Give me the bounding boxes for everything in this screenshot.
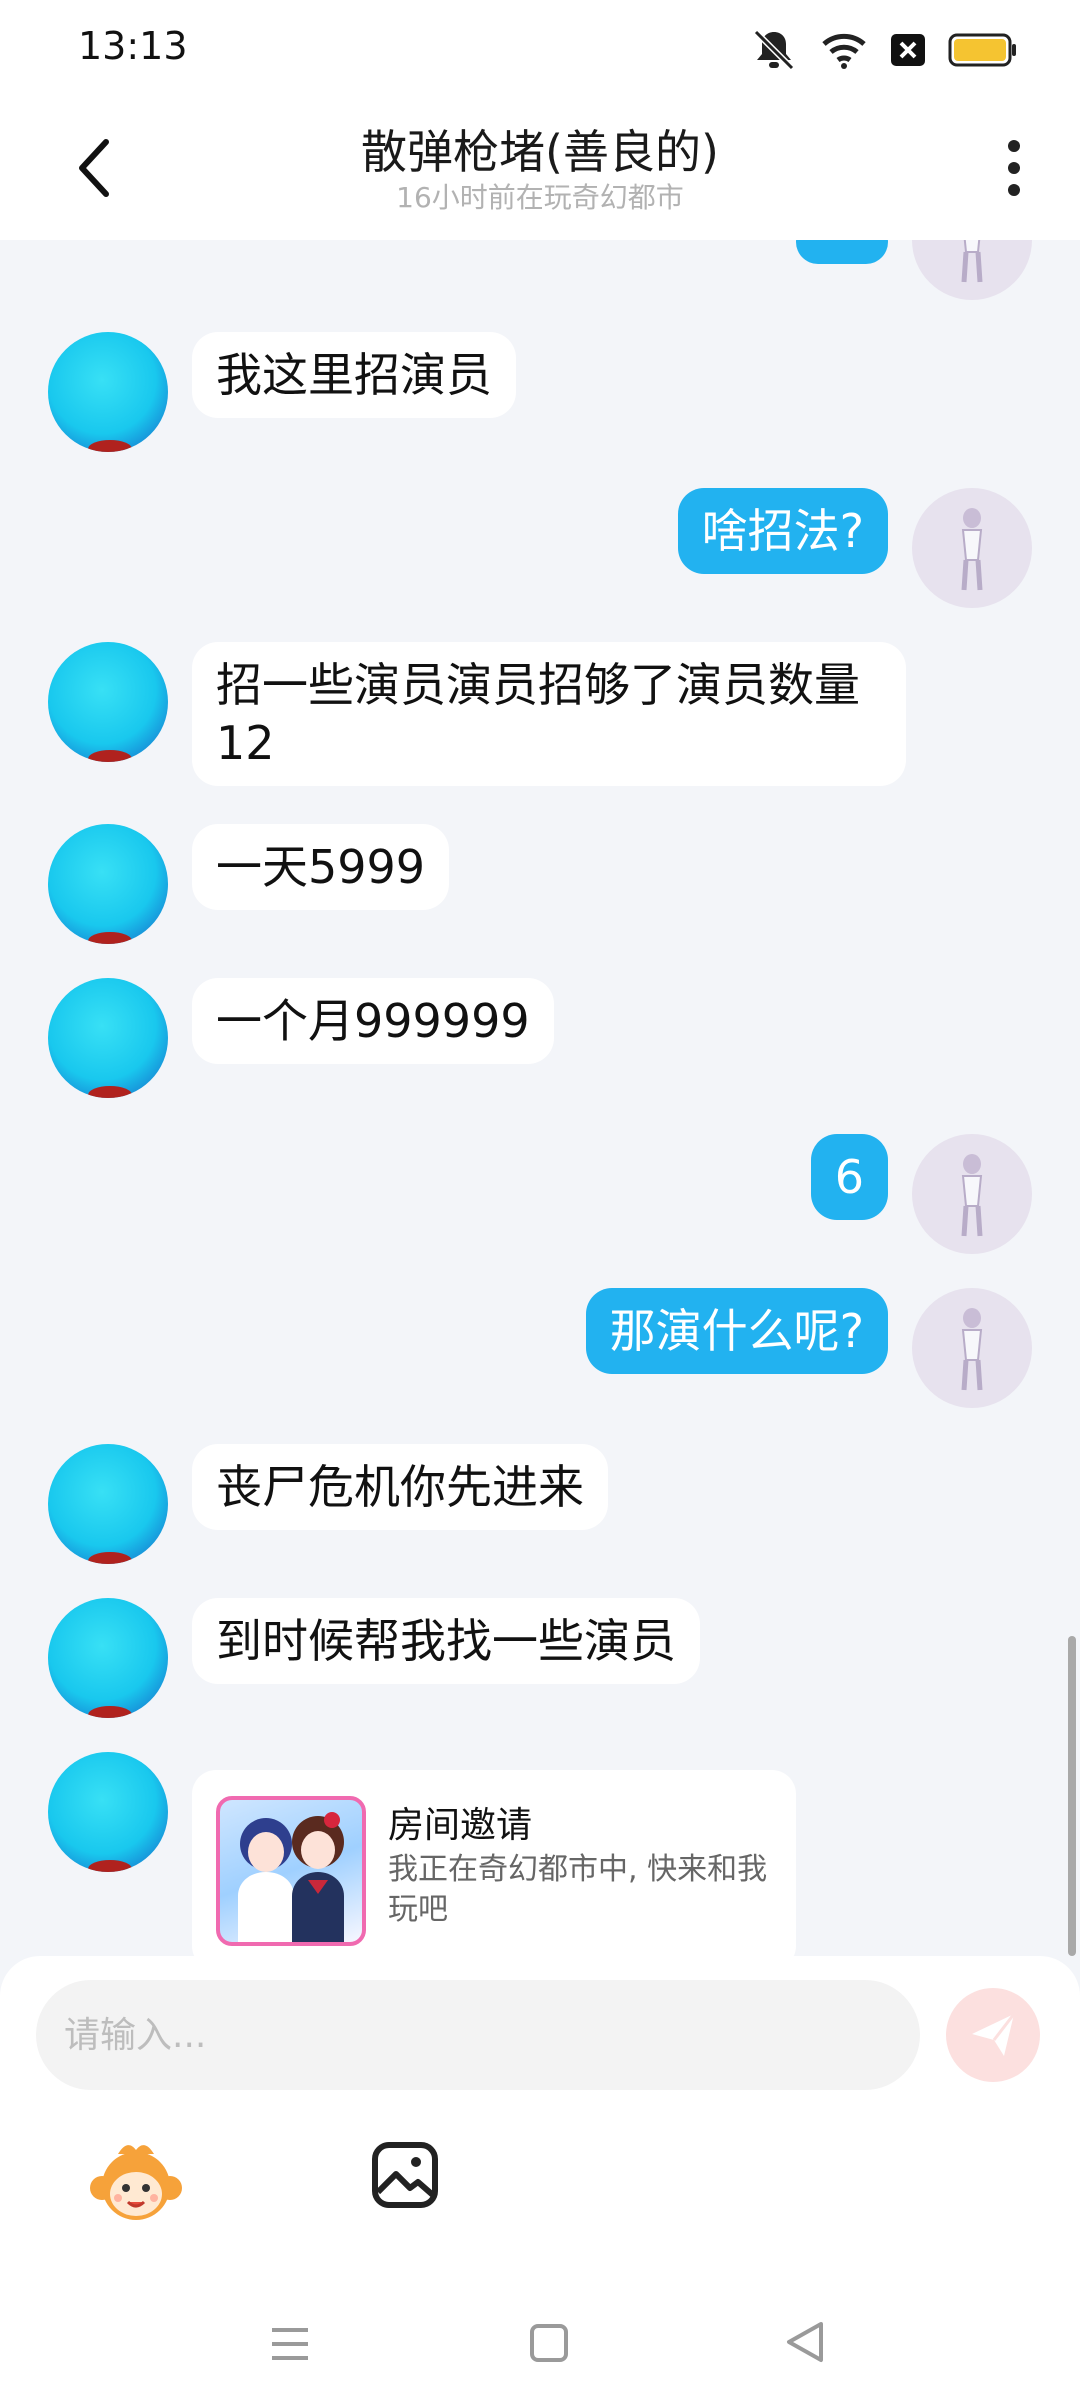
message-bubble[interactable]: 那演什么呢? <box>585 1288 888 1374</box>
recent-apps-icon[interactable] <box>270 2324 310 2364</box>
character-avatar-icon <box>961 1308 983 1391</box>
friend-avatar[interactable] <box>48 978 168 1098</box>
nav-back-icon[interactable] <box>785 2320 825 2364</box>
page-title: 散弹枪堵(善良的) <box>361 125 719 179</box>
message-bubble[interactable]: 一天5999 <box>192 824 450 910</box>
message-bubble[interactable]: 一个月999999 <box>192 978 554 1064</box>
my-avatar[interactable] <box>912 240 1032 300</box>
anime-characters-image <box>238 1812 344 1942</box>
message-input-container <box>36 1980 920 2090</box>
status-bar: 13:13 <box>0 0 1080 96</box>
mute-bell-icon <box>753 29 795 71</box>
monkey-face-icon <box>90 2145 182 2220</box>
room-invite-card[interactable]: 房间邀请 我正在奇幻都市中, 快来和我玩吧 <box>192 1770 796 1956</box>
partial-bubble <box>796 240 888 264</box>
system-nav-bar <box>0 2290 1080 2400</box>
image-icon <box>372 2142 438 2208</box>
friend-avatar[interactable] <box>48 642 168 762</box>
message-bubble[interactable]: 我这里招演员 <box>192 332 516 418</box>
sim-x-icon <box>891 34 925 66</box>
my-avatar[interactable] <box>912 488 1032 608</box>
my-avatar[interactable] <box>912 1288 1032 1408</box>
chat-scrollbar[interactable] <box>1068 1636 1076 1956</box>
paper-plane-icon <box>972 2013 1016 2056</box>
home-button-icon[interactable] <box>530 2324 568 2362</box>
wifi-icon <box>822 33 866 69</box>
invite-thumbnail <box>216 1796 366 1946</box>
character-avatar-icon <box>961 1154 983 1237</box>
image-button[interactable] <box>370 2140 440 2210</box>
message-bubble[interactable]: 丧尸危机你先进来 <box>192 1444 608 1530</box>
send-button[interactable] <box>946 1988 1040 2082</box>
battery-icon <box>948 33 1016 67</box>
friend-avatar[interactable] <box>48 332 168 452</box>
more-button[interactable] <box>1004 140 1024 200</box>
message-bubble[interactable]: 啥招法? <box>677 488 888 574</box>
chat-header: 散弹枪堵(善良的) 16小时前在玩奇幻都市 <box>0 96 1080 240</box>
friend-avatar[interactable] <box>48 1752 168 1872</box>
message-input[interactable] <box>36 1980 920 2090</box>
status-icons <box>750 28 1018 72</box>
status-time: 13:13 <box>78 24 188 68</box>
emoji-button[interactable] <box>88 2136 184 2232</box>
more-vertical-icon <box>1008 140 1020 152</box>
character-avatar-icon <box>961 240 983 283</box>
invite-title: 房间邀请 <box>388 1805 533 1846</box>
character-avatar-icon <box>961 508 983 591</box>
message-bubble[interactable]: 招一些演员演员招够了演员数量 12 <box>192 642 906 786</box>
input-panel <box>0 1956 1080 2400</box>
chat-messages[interactable]: 我这里招演员 啥招法? 招一些演员演员招够了演员数量 12 一天5999 一个月… <box>0 240 1080 1956</box>
friend-avatar[interactable] <box>48 1598 168 1718</box>
message-bubble[interactable]: 6 <box>810 1134 888 1220</box>
invite-description: 我正在奇幻都市中, 快来和我玩吧 <box>388 1852 768 1927</box>
friend-avatar[interactable] <box>48 824 168 944</box>
last-seen-status: 16小时前在玩奇幻都市 <box>396 181 684 214</box>
friend-avatar[interactable] <box>48 1444 168 1564</box>
message-bubble[interactable]: 到时候帮我找一些演员 <box>192 1598 700 1684</box>
my-avatar[interactable] <box>912 1134 1032 1254</box>
